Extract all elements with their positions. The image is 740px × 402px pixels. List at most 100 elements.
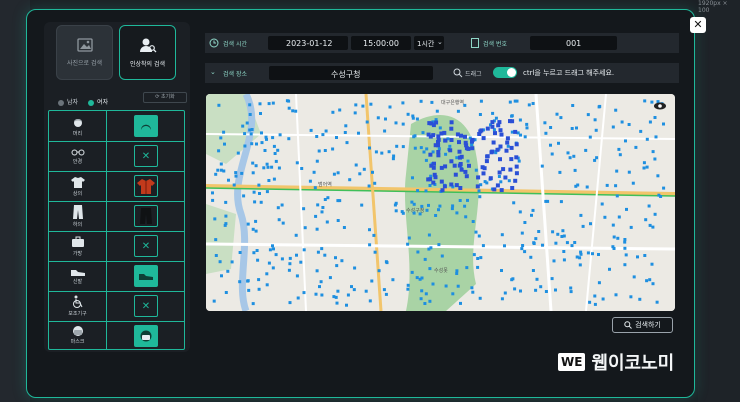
- camera-marker[interactable]: [423, 302, 427, 305]
- camera-marker[interactable]: [213, 217, 217, 221]
- camera-marker[interactable]: [251, 171, 255, 175]
- camera-marker[interactable]: [420, 276, 424, 280]
- camera-marker[interactable]: [437, 147, 441, 151]
- camera-marker[interactable]: [280, 257, 284, 261]
- camera-marker[interactable]: [558, 170, 562, 174]
- camera-marker[interactable]: [589, 222, 592, 226]
- camera-marker[interactable]: [309, 128, 313, 132]
- camera-marker[interactable]: [263, 149, 267, 152]
- camera-marker[interactable]: [550, 152, 554, 156]
- camera-marker[interactable]: [437, 243, 441, 247]
- camera-marker[interactable]: [463, 169, 468, 174]
- camera-marker[interactable]: [428, 134, 433, 139]
- camera-marker[interactable]: [481, 171, 486, 176]
- camera-marker[interactable]: [510, 186, 515, 190]
- camera-marker[interactable]: [236, 151, 240, 155]
- camera-marker[interactable]: [618, 153, 622, 157]
- camera-marker[interactable]: [636, 255, 639, 259]
- camera-marker[interactable]: [212, 299, 216, 303]
- none-option-icon[interactable]: ✕: [134, 295, 158, 317]
- camera-marker[interactable]: [510, 278, 514, 282]
- camera-marker[interactable]: [226, 269, 230, 273]
- camera-marker[interactable]: [499, 180, 503, 184]
- camera-marker[interactable]: [439, 165, 444, 170]
- camera-marker[interactable]: [470, 139, 474, 144]
- camera-marker[interactable]: [495, 183, 500, 188]
- camera-marker[interactable]: [438, 126, 442, 130]
- camera-marker[interactable]: [251, 227, 255, 231]
- date-input[interactable]: 2023-01-12: [268, 36, 348, 50]
- camera-marker[interactable]: [299, 260, 303, 264]
- camera-marker[interactable]: [517, 159, 521, 163]
- camera-marker[interactable]: [543, 121, 547, 125]
- camera-marker[interactable]: [223, 142, 226, 146]
- camera-marker[interactable]: [340, 259, 344, 263]
- camera-marker[interactable]: [214, 238, 218, 242]
- camera-marker[interactable]: [627, 123, 631, 126]
- camera-marker[interactable]: [458, 155, 462, 160]
- camera-marker[interactable]: [448, 148, 453, 153]
- camera-marker[interactable]: [573, 241, 577, 244]
- camera-marker[interactable]: [323, 149, 327, 152]
- camera-marker[interactable]: [525, 122, 529, 126]
- camera-marker[interactable]: [588, 135, 592, 139]
- camera-marker[interactable]: [234, 171, 238, 175]
- camera-marker[interactable]: [368, 299, 372, 303]
- camera-marker[interactable]: [219, 162, 223, 166]
- camera-marker[interactable]: [368, 228, 371, 232]
- camera-marker[interactable]: [451, 292, 455, 296]
- camera-marker[interactable]: [505, 140, 510, 145]
- camera-marker[interactable]: [459, 167, 464, 172]
- camera-marker[interactable]: [257, 278, 261, 282]
- camera-marker[interactable]: [249, 132, 253, 136]
- close-button[interactable]: ✕: [690, 17, 706, 33]
- camera-marker[interactable]: [629, 295, 633, 299]
- time-input[interactable]: 15:00:00: [351, 36, 411, 50]
- camera-marker[interactable]: [252, 190, 256, 194]
- camera-marker[interactable]: [313, 186, 317, 190]
- camera-marker[interactable]: [391, 157, 395, 161]
- camera-marker[interactable]: [471, 220, 475, 223]
- camera-marker[interactable]: [320, 293, 324, 297]
- camera-marker[interactable]: [422, 150, 426, 154]
- camera-marker[interactable]: [471, 290, 475, 294]
- camera-marker[interactable]: [478, 296, 482, 300]
- camera-marker[interactable]: [514, 164, 519, 169]
- camera-marker[interactable]: [418, 212, 422, 216]
- camera-marker[interactable]: [597, 105, 601, 109]
- camera-marker[interactable]: [278, 133, 282, 137]
- camera-marker[interactable]: [271, 266, 275, 270]
- camera-marker[interactable]: [593, 302, 597, 306]
- camera-marker[interactable]: [616, 236, 620, 240]
- camera-marker[interactable]: [569, 290, 573, 294]
- camera-marker[interactable]: [272, 144, 276, 148]
- camera-marker[interactable]: [627, 170, 631, 174]
- range-select[interactable]: 1시간 ⌄: [414, 36, 444, 50]
- camera-marker[interactable]: [568, 156, 572, 160]
- camera-marker[interactable]: [651, 150, 655, 154]
- camera-marker[interactable]: [431, 123, 436, 128]
- camera-marker[interactable]: [490, 149, 495, 154]
- camera-marker[interactable]: [352, 288, 356, 292]
- camera-marker[interactable]: [466, 146, 471, 151]
- camera-marker[interactable]: [537, 230, 541, 233]
- camera-marker[interactable]: [353, 266, 357, 270]
- camera-marker[interactable]: [551, 230, 555, 234]
- camera-marker[interactable]: [572, 154, 576, 158]
- camera-marker[interactable]: [498, 144, 503, 149]
- camera-marker[interactable]: [648, 120, 652, 124]
- camera-marker[interactable]: [218, 260, 222, 264]
- camera-marker[interactable]: [457, 149, 462, 154]
- camera-marker[interactable]: [458, 199, 462, 202]
- camera-marker[interactable]: [367, 184, 371, 188]
- camera-marker[interactable]: [653, 212, 657, 216]
- camera-marker[interactable]: [242, 194, 246, 198]
- camera-marker[interactable]: [214, 172, 218, 176]
- camera-marker[interactable]: [362, 167, 366, 171]
- camera-marker[interactable]: [451, 204, 455, 208]
- camera-marker[interactable]: [477, 234, 481, 238]
- camera-marker[interactable]: [424, 292, 428, 296]
- camera-marker[interactable]: [412, 135, 416, 139]
- camera-marker[interactable]: [321, 206, 325, 209]
- camera-marker[interactable]: [597, 253, 600, 256]
